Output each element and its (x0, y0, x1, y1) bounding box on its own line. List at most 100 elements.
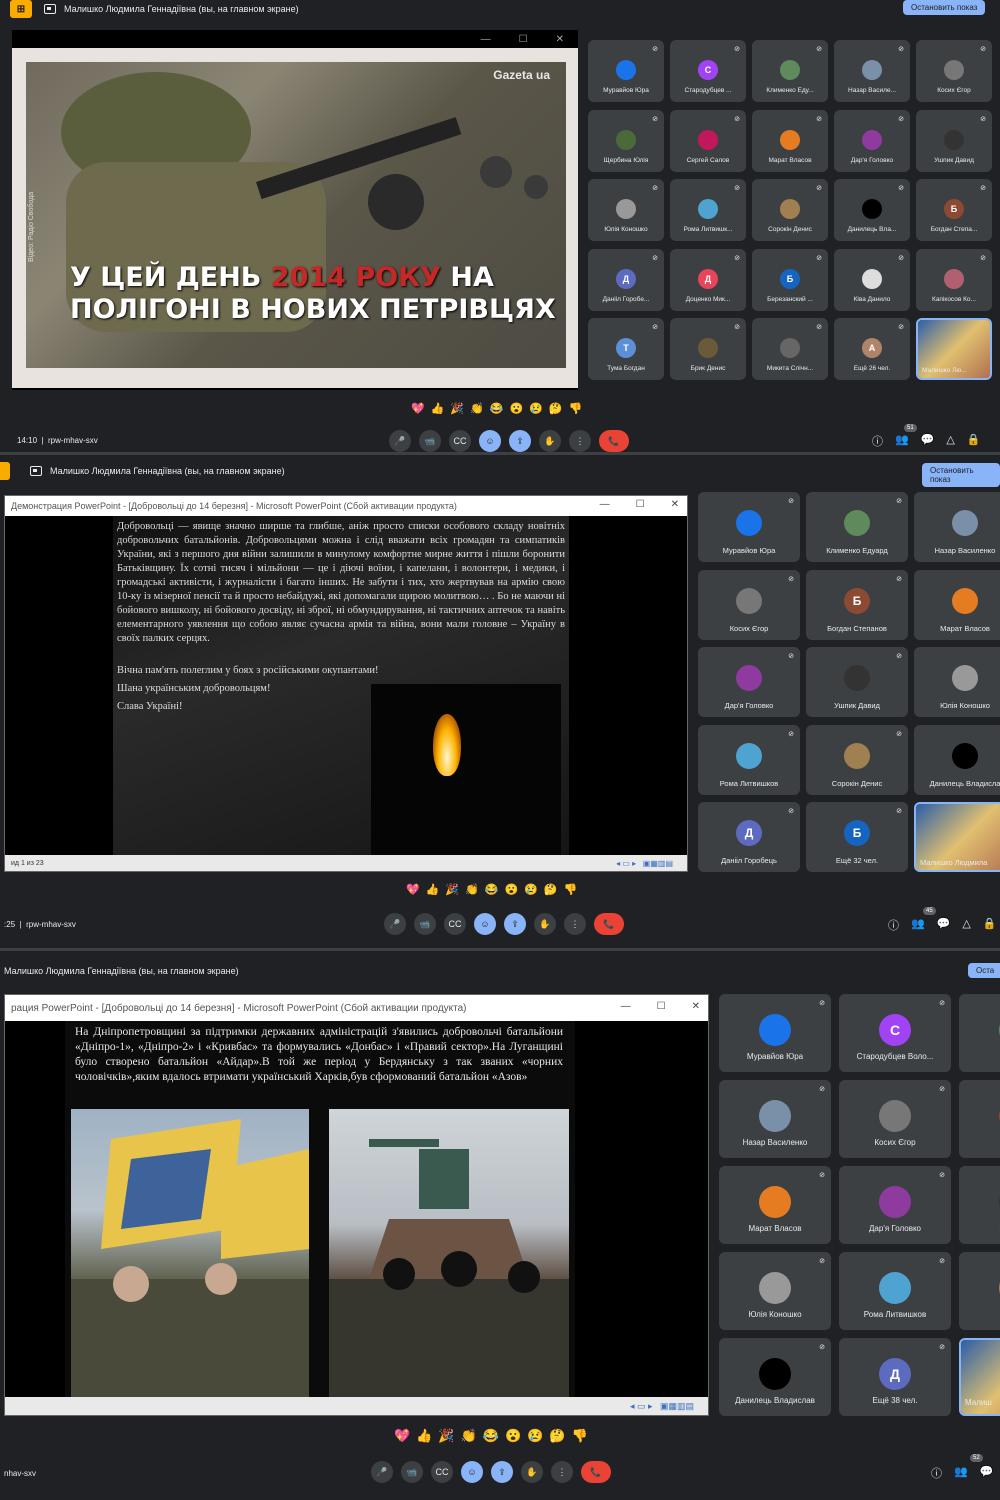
participant-tile[interactable]: ⊘ Брик Денис (670, 318, 746, 380)
participant-tile[interactable]: ⊘ Назар Василе... (834, 40, 910, 102)
info-icon[interactable]: ⓘ (931, 1465, 942, 1481)
close-icon[interactable]: ✕ (671, 499, 679, 510)
reaction-emoji[interactable]: 👍 (426, 883, 440, 896)
reaction-emoji[interactable]: 🎉 (438, 1428, 454, 1444)
reaction-emoji[interactable]: 🤔 (544, 883, 558, 896)
close-icon[interactable]: ✕ (556, 34, 564, 45)
participant-tile[interactable]: ⊘ Микита Слічн... (752, 318, 828, 380)
people-icon[interactable]: 👥 (895, 433, 909, 449)
participant-tile[interactable]: ⊘ С Стародубцев Воло... (839, 994, 951, 1072)
activities-button[interactable] (0, 462, 10, 480)
participant-tile[interactable]: ⊘ Дар'я Головко (834, 109, 910, 172)
participant-tile[interactable]: ⊘ Д Данііл Горобець (698, 802, 800, 872)
present-icon[interactable]: ⇪ (491, 1461, 513, 1483)
reaction-emoji[interactable]: 💖 (411, 402, 425, 415)
participant-tile[interactable]: ⊘ Д Ещё 38 чел. (839, 1338, 951, 1416)
participant-tile[interactable]: ⊘ Дар'я Головко (839, 1166, 951, 1244)
mic-icon[interactable]: 🎤 (371, 1461, 393, 1483)
activities-icon[interactable]: △ (946, 433, 954, 449)
participant-tile[interactable]: ⊘ Б Богдан Степанов (806, 569, 908, 640)
present-icon[interactable]: ⇪ (509, 430, 531, 452)
end-call-icon[interactable]: 📞 (581, 1461, 611, 1483)
activities-button[interactable]: ⊞ (10, 0, 32, 18)
reaction-emoji[interactable]: 😮 (505, 883, 519, 896)
reaction-emoji[interactable]: 😂 (485, 883, 499, 896)
participant-tile[interactable]: ⊘Климен (959, 994, 1000, 1072)
participant-tile[interactable]: ⊘Юлія Коношко (914, 647, 1000, 717)
participant-tile[interactable]: ⊘ Муравйов Юра (698, 492, 800, 562)
participant-tile[interactable]: ⊘ Сорокін Денис (752, 179, 828, 241)
info-icon[interactable]: ⓘ (888, 917, 899, 933)
reaction-emoji[interactable]: 🎉 (445, 883, 459, 896)
minimize-icon[interactable]: — (621, 1001, 631, 1012)
emoji-icon[interactable]: ☺ (461, 1461, 483, 1483)
maximize-icon[interactable]: ☐ (657, 1001, 666, 1012)
participant-tile[interactable]: ⊘ Данилець Вла... (834, 179, 910, 241)
chat-icon[interactable]: 💬 (937, 917, 951, 933)
participant-tile[interactable]: ⊘ Назар Василенко (719, 1080, 831, 1158)
reaction-emoji[interactable]: 😢 (524, 883, 538, 896)
participant-tile[interactable]: ⊘ Сергей Салов (670, 109, 746, 172)
participant-tile[interactable]: ⊘ Д Данііл Горобе... (588, 248, 664, 311)
view-icons[interactable]: ◂ ▭ ▸ ▣▦▥▤ (616, 859, 673, 868)
reaction-emoji[interactable]: 👎 (569, 402, 583, 415)
participant-tile[interactable]: ⊘ Капікосов Ко... (916, 248, 992, 311)
view-icons[interactable]: ◂ ▭ ▸ ▣▦▥▤ (630, 1401, 694, 1412)
end-call-icon[interactable]: 📞 (594, 913, 624, 935)
captions-icon[interactable]: CC (444, 913, 466, 935)
more-options-icon[interactable]: ⋮ (551, 1461, 573, 1483)
self-tile[interactable]: Малишко Людмила (914, 802, 1000, 872)
participant-tile[interactable]: ⊘ Муравйов Юра (588, 40, 664, 102)
lock-icon[interactable]: 🔒 (967, 433, 981, 449)
reaction-emoji[interactable]: 💖 (394, 1428, 410, 1444)
people-icon[interactable]: 👥 (911, 917, 925, 933)
stop-presenting-button[interactable]: Оста (968, 963, 1000, 978)
participant-tile[interactable]: ⊘Юлія Коношко (588, 179, 664, 241)
emoji-icon[interactable]: ☺ (474, 913, 496, 935)
participant-tile[interactable]: ⊘Сорокі (959, 1252, 1000, 1330)
emoji-icon[interactable]: ☺ (479, 430, 501, 452)
info-icon[interactable]: ⓘ (872, 433, 883, 449)
participant-tile[interactable]: ⊘ Д Доценко Мик... (670, 248, 746, 311)
participant-tile[interactable]: ⊘ Ушпик Давид (806, 647, 908, 717)
reaction-emoji[interactable]: 👏 (465, 883, 479, 896)
camera-icon[interactable]: 📹 (419, 430, 441, 452)
maximize-icon[interactable]: ☐ (636, 499, 645, 510)
participant-tile[interactable]: ⊘Марат Власов (914, 569, 1000, 640)
participant-tile[interactable]: ⊘Марат Власов (719, 1166, 831, 1244)
minimize-icon[interactable]: — (600, 499, 610, 510)
participant-tile[interactable]: ⊘ А Ещё 26 чел. (834, 318, 910, 380)
reaction-emoji[interactable]: 👎 (564, 883, 578, 896)
reaction-emoji[interactable]: 😢 (529, 402, 543, 415)
participant-tile[interactable]: ⊘ Дар'я Головко (698, 647, 800, 717)
reaction-emoji[interactable]: 🤔 (549, 1428, 565, 1444)
activities-icon[interactable]: △ (962, 917, 970, 933)
participant-tile[interactable]: ⊘ Клименко Едуард (806, 492, 908, 562)
participant-tile[interactable]: ⊘Данилець Владисла (914, 724, 1000, 795)
participant-tile[interactable]: ⊘ Муравйов Юра (719, 994, 831, 1072)
participant-tile[interactable]: ⊘ Сорокін Денис (806, 724, 908, 795)
captions-icon[interactable]: CC (431, 1461, 453, 1483)
participant-tile[interactable]: ⊘ С Стародубцев ... (670, 40, 746, 102)
stop-presenting-button[interactable]: Остановить показ (922, 463, 1000, 487)
reaction-emoji[interactable]: 🎉 (450, 402, 464, 415)
mic-icon[interactable]: 🎤 (389, 430, 411, 452)
reaction-emoji[interactable]: 😢 (527, 1428, 543, 1444)
mic-icon[interactable]: 🎤 (384, 913, 406, 935)
participant-tile[interactable]: ⊘ Ківа Данило (834, 248, 910, 311)
self-tile[interactable]: Малишко Лю... (916, 318, 992, 380)
participant-tile[interactable]: ⊘ Т Тума Богдан (588, 318, 664, 380)
raise-hand-icon[interactable]: ✋ (534, 913, 556, 935)
camera-icon[interactable]: 📹 (401, 1461, 423, 1483)
participant-tile[interactable]: ⊘ Косих Єгор (698, 569, 800, 640)
participant-tile[interactable]: ⊘ Ушпик Давид (916, 109, 992, 172)
participant-tile[interactable]: ⊘ Косих Єгор (916, 40, 992, 102)
participant-tile[interactable]: ⊘ Б Березанский ... (752, 248, 828, 311)
reaction-emoji[interactable]: 👍 (431, 402, 445, 415)
reaction-emoji[interactable]: 👏 (461, 1428, 477, 1444)
reaction-emoji[interactable]: 😂 (490, 402, 504, 415)
present-icon[interactable]: ⇪ (504, 913, 526, 935)
reaction-emoji[interactable]: 😮 (510, 402, 524, 415)
captions-icon[interactable]: CC (449, 430, 471, 452)
participant-tile[interactable]: ⊘Марат Власов (752, 109, 828, 172)
